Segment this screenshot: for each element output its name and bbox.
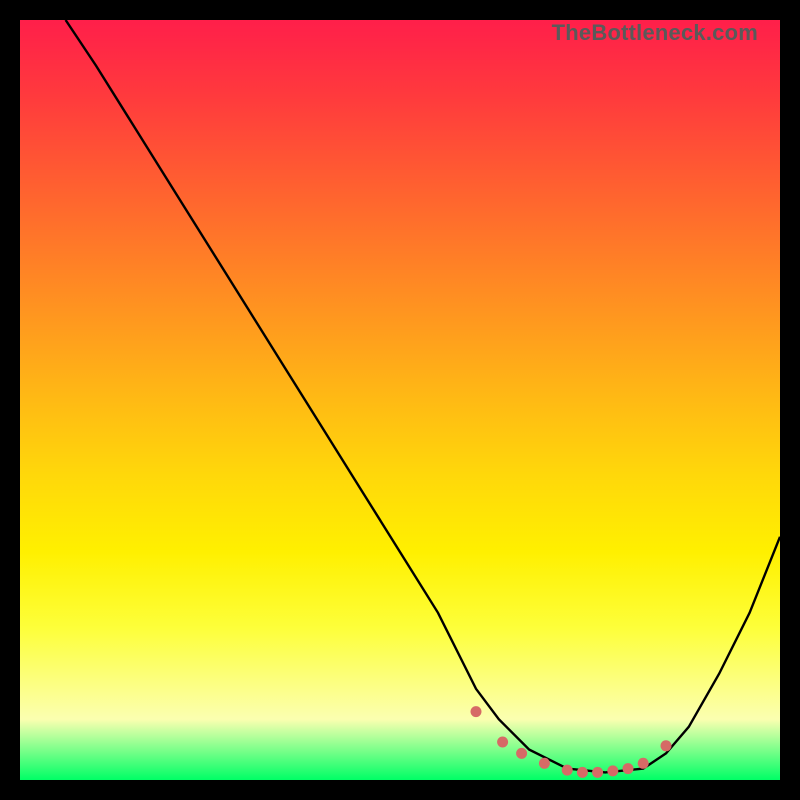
chart-frame: TheBottleneck.com [0, 0, 800, 800]
data-marker [607, 765, 618, 776]
data-marker [471, 706, 482, 717]
data-marker [497, 737, 508, 748]
data-marker [661, 740, 672, 751]
plot-area: TheBottleneck.com [20, 20, 780, 780]
marker-group [471, 706, 672, 778]
data-marker [516, 748, 527, 759]
data-marker [577, 767, 588, 778]
data-marker [638, 758, 649, 769]
data-marker [539, 758, 550, 769]
curve-svg [20, 20, 780, 780]
bottleneck-curve [66, 20, 780, 772]
data-marker [562, 765, 573, 776]
data-marker [592, 767, 603, 778]
data-marker [623, 763, 634, 774]
